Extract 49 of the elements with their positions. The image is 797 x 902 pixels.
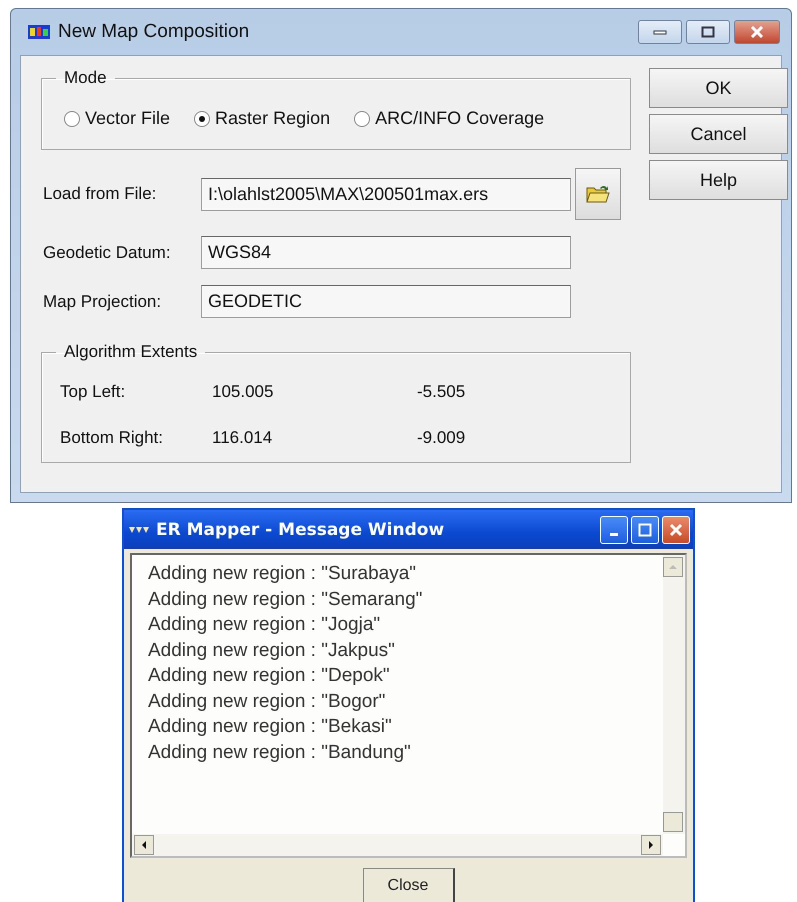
message-line: Adding new region : "Depok": [148, 664, 391, 688]
window-title: New Map Composition: [58, 21, 250, 43]
vertical-scrollbar[interactable]: [663, 555, 685, 834]
mode-radio[interactable]: ARC/INFO Coverage: [354, 108, 544, 129]
maximize-icon: [638, 522, 652, 537]
input-field[interactable]: GEODETIC: [201, 285, 571, 318]
row-label: Top Left:: [60, 382, 126, 402]
maximize-button[interactable]: [686, 20, 730, 44]
group-label: Algorithm Extents: [63, 342, 198, 362]
horizontal-scrollbar[interactable]: [132, 834, 663, 856]
folder-icon: [586, 184, 610, 204]
group-label: Mode: [63, 68, 108, 88]
mode-radio[interactable]: Raster Region: [194, 108, 330, 129]
right-arrow-icon: [648, 841, 654, 849]
dialog-button[interactable]: Help: [649, 160, 788, 200]
close-icon: [750, 26, 764, 38]
input-field[interactable]: WGS84: [201, 236, 571, 269]
dialog-button[interactable]: OK: [649, 68, 788, 108]
dialog-button[interactable]: Cancel: [649, 114, 788, 154]
field-label: Map Projection:: [43, 292, 162, 312]
message-line: Adding new region : "Jogja": [148, 613, 382, 638]
coordinate-value: 105.005: [212, 382, 274, 402]
close-button[interactable]: Close: [362, 868, 454, 902]
coordinate-value: 116.014: [212, 428, 274, 448]
field-label: Geodetic Datum:: [43, 242, 172, 262]
minimize-icon: [610, 533, 618, 536]
row-label: Bottom Right:: [60, 428, 164, 448]
coordinate-value: -5.505: [417, 382, 466, 402]
input-field[interactable]: I:\olahlst2005\MAX\200501max.ers: [201, 178, 571, 210]
window-title: ER Mapper - Message Window: [156, 520, 444, 540]
up-arrow-icon: [669, 564, 677, 570]
close-button[interactable]: [734, 20, 780, 44]
message-line: Adding new region : "Bekasi": [148, 715, 393, 740]
coordinate-value: -9.009: [417, 428, 466, 448]
message-line: Adding new region : "Surabaya": [148, 562, 418, 586]
app-icon: [28, 25, 50, 39]
maximize-icon: [701, 26, 715, 38]
minimize-icon: [653, 29, 667, 35]
scroll-thumb[interactable]: [663, 812, 683, 832]
mode-radio[interactable]: Vector File: [64, 108, 170, 129]
message-line: Adding new region : "Bandung": [148, 740, 412, 765]
field-label: Load from File:: [43, 184, 158, 204]
browse-button[interactable]: [575, 168, 621, 220]
close-icon: [669, 522, 683, 537]
left-arrow-icon: [141, 841, 147, 849]
minimize-button[interactable]: [638, 20, 682, 44]
message-line: Adding new region : "Jakpus": [148, 638, 396, 663]
message-line: Adding new region : "Semarang": [148, 588, 424, 612]
message-line: Adding new region : "Bogor": [148, 690, 386, 714]
